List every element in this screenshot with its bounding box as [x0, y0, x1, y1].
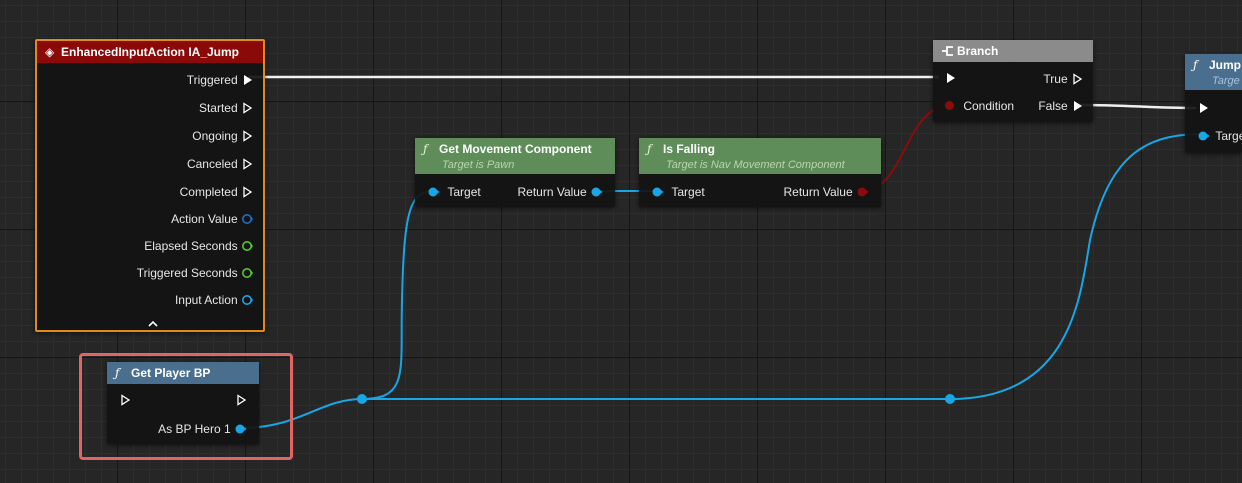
branch-header[interactable]: Branch	[933, 40, 1093, 62]
node-title: Jump	[1209, 58, 1242, 72]
object-pin-icon[interactable]	[651, 186, 664, 198]
object-pin-icon[interactable]	[427, 186, 440, 198]
object-wire-player-main	[240, 398, 950, 429]
exec-pin-icon[interactable]	[241, 186, 253, 198]
node-title: EnhancedInputAction IA_Jump	[61, 45, 240, 59]
event-diamond-icon: ◈	[45, 45, 55, 59]
pin-label: True	[1043, 71, 1068, 86]
object-wire-to-get-movement	[361, 190, 435, 400]
pin-row-elapsed-seconds[interactable]: Elapsed Seconds	[144, 237, 253, 253]
get-player-bp-node[interactable]: ƒ Get Player BP As BP Hero 1	[107, 362, 259, 444]
node-subtitle: Targe	[1212, 75, 1240, 87]
object-pin-icon[interactable]	[1197, 130, 1210, 142]
pin-row-condition[interactable]: Condition	[945, 97, 1014, 113]
exec-pin-icon[interactable]	[241, 130, 253, 142]
pin-row-return-value[interactable]: Return Value	[518, 183, 604, 199]
node-title: Get Player BP	[131, 366, 211, 380]
jump-node[interactable]: ƒ Jump Targe Targe	[1185, 54, 1242, 153]
exec-pin-icon[interactable]	[119, 394, 131, 406]
pin-label: Return Value	[517, 184, 587, 199]
pin-row-return-value[interactable]: Return Value	[784, 183, 870, 199]
get-movement-component-header[interactable]: ƒ Get Movement Component Target is Pawn	[415, 138, 615, 174]
is-falling-node[interactable]: ƒ Is Falling Target is Nav Movement Comp…	[639, 138, 881, 207]
pin-row-action-value[interactable]: Action Value	[171, 210, 253, 226]
function-icon: ƒ	[423, 142, 428, 156]
pin-row-canceled[interactable]: Canceled	[187, 155, 253, 171]
pin-label: Target	[447, 184, 481, 199]
get-movement-component-node[interactable]: ƒ Get Movement Component Target is Pawn …	[415, 138, 615, 207]
pin-label: Return Value	[783, 184, 853, 199]
reroute-node-2	[945, 394, 955, 404]
exec-pin-filled-icon[interactable]	[1197, 102, 1209, 114]
function-icon: ƒ	[647, 142, 652, 156]
pin-label: Elapsed Seconds	[144, 238, 238, 253]
pin-row-ongoing[interactable]: Ongoing	[192, 127, 253, 143]
pin-label: Triggered	[186, 72, 238, 87]
pin-row-target[interactable]: Targe	[1197, 127, 1242, 143]
node-title: Branch	[957, 44, 999, 58]
pin-row-false[interactable]: False	[1038, 97, 1083, 113]
pin-label: Canceled	[186, 156, 238, 171]
pin-row-as-bp-hero[interactable]: As BP Hero 1	[158, 420, 247, 436]
get-player-bp-header[interactable]: ƒ Get Player BP	[107, 362, 259, 384]
pin-label: Input Action	[174, 292, 238, 307]
exec-pin-filled-icon[interactable]	[1071, 100, 1083, 112]
pin-row-triggered-seconds[interactable]: Triggered Seconds	[137, 264, 253, 280]
exec-pin-icon[interactable]	[1071, 73, 1083, 85]
node-title: Is Falling	[663, 142, 716, 156]
node-subtitle: Target is Nav Movement Component	[666, 159, 845, 171]
pin-label: Completed	[179, 184, 238, 199]
struct-pin-icon[interactable]	[241, 213, 253, 225]
object-pin-icon[interactable]	[234, 423, 247, 435]
reroute-node-1	[357, 394, 367, 404]
object-pin-icon[interactable]	[590, 186, 603, 198]
node-subtitle: Target is Pawn	[442, 159, 515, 171]
bool-pin-icon[interactable]	[945, 101, 954, 111]
pin-row-triggered[interactable]: Triggered	[187, 71, 253, 87]
float-pin-icon[interactable]	[241, 267, 253, 279]
node-title: Get Movement Component	[439, 142, 592, 156]
pin-row-target[interactable]: Target	[651, 183, 705, 199]
bool-pin-icon[interactable]	[856, 186, 869, 198]
pin-label: Started	[198, 100, 238, 115]
enhanced-input-action-header[interactable]: ◈ EnhancedInputAction IA_Jump	[37, 41, 263, 63]
jump-header[interactable]: ƒ Jump Targe	[1185, 54, 1242, 90]
is-falling-header[interactable]: ƒ Is Falling Target is Nav Movement Comp…	[639, 138, 881, 174]
function-icon: ƒ	[1193, 58, 1198, 72]
pin-label: As BP Hero 1	[158, 421, 231, 436]
pin-label: Ongoing	[192, 128, 238, 143]
exec-pin-icon[interactable]	[241, 102, 253, 114]
exec-pin-filled-icon[interactable]	[944, 72, 956, 84]
chevron-up-icon[interactable]	[147, 319, 159, 329]
pin-label: Triggered Seconds	[136, 265, 238, 280]
pin-row-target[interactable]: Target	[427, 183, 481, 199]
float-pin-icon[interactable]	[241, 240, 253, 252]
pin-row-completed[interactable]: Completed	[180, 183, 253, 199]
enhanced-input-action-node[interactable]: ◈ EnhancedInputAction IA_Jump Triggered …	[35, 39, 265, 332]
pin-row-input-action[interactable]: Input Action	[175, 291, 253, 307]
exec-pin-icon[interactable]	[235, 394, 247, 406]
branch-icon	[942, 46, 953, 56]
exec-pin-filled-icon[interactable]	[241, 74, 253, 86]
object-wire-to-jump	[949, 133, 1205, 400]
pin-label: Targe	[1215, 128, 1242, 143]
pin-label: Condition	[963, 98, 1015, 113]
pin-row-started[interactable]: Started	[199, 99, 253, 115]
pin-row-true[interactable]: True	[1043, 70, 1083, 86]
exec-pin-icon[interactable]	[241, 158, 253, 170]
function-icon: ƒ	[115, 366, 120, 380]
branch-node[interactable]: Branch True Condition False	[933, 40, 1093, 122]
pin-label: Target	[671, 184, 705, 199]
pin-label: False	[1038, 98, 1068, 113]
pin-label: Action Value	[171, 211, 238, 226]
exec-wire-false-to-jump	[1078, 103, 1197, 110]
object-pin-icon[interactable]	[241, 294, 253, 306]
